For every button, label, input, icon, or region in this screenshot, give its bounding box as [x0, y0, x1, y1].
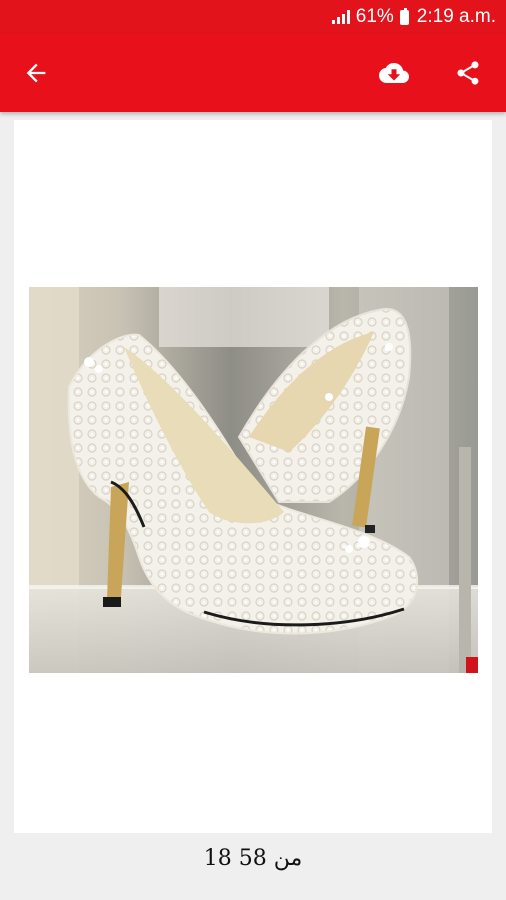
share-button[interactable]	[440, 34, 496, 112]
status-bar: 61% 2:19 a.m.	[0, 0, 506, 34]
page-counter: 18 من 58	[203, 846, 303, 871]
back-button[interactable]	[8, 34, 64, 112]
signal-icon	[331, 10, 350, 24]
arrow-left-icon	[26, 63, 46, 83]
cloud-download-icon	[379, 63, 409, 83]
shoe-photo[interactable]	[29, 287, 478, 673]
clock: 2:19 a.m.	[416, 6, 496, 27]
share-icon	[457, 61, 479, 85]
app-bar	[0, 34, 506, 112]
bridal-shoes-image	[29, 287, 478, 673]
image-card	[14, 120, 492, 833]
download-button[interactable]	[366, 34, 422, 112]
battery-percent: 61%	[355, 6, 394, 27]
battery-icon	[399, 7, 409, 25]
